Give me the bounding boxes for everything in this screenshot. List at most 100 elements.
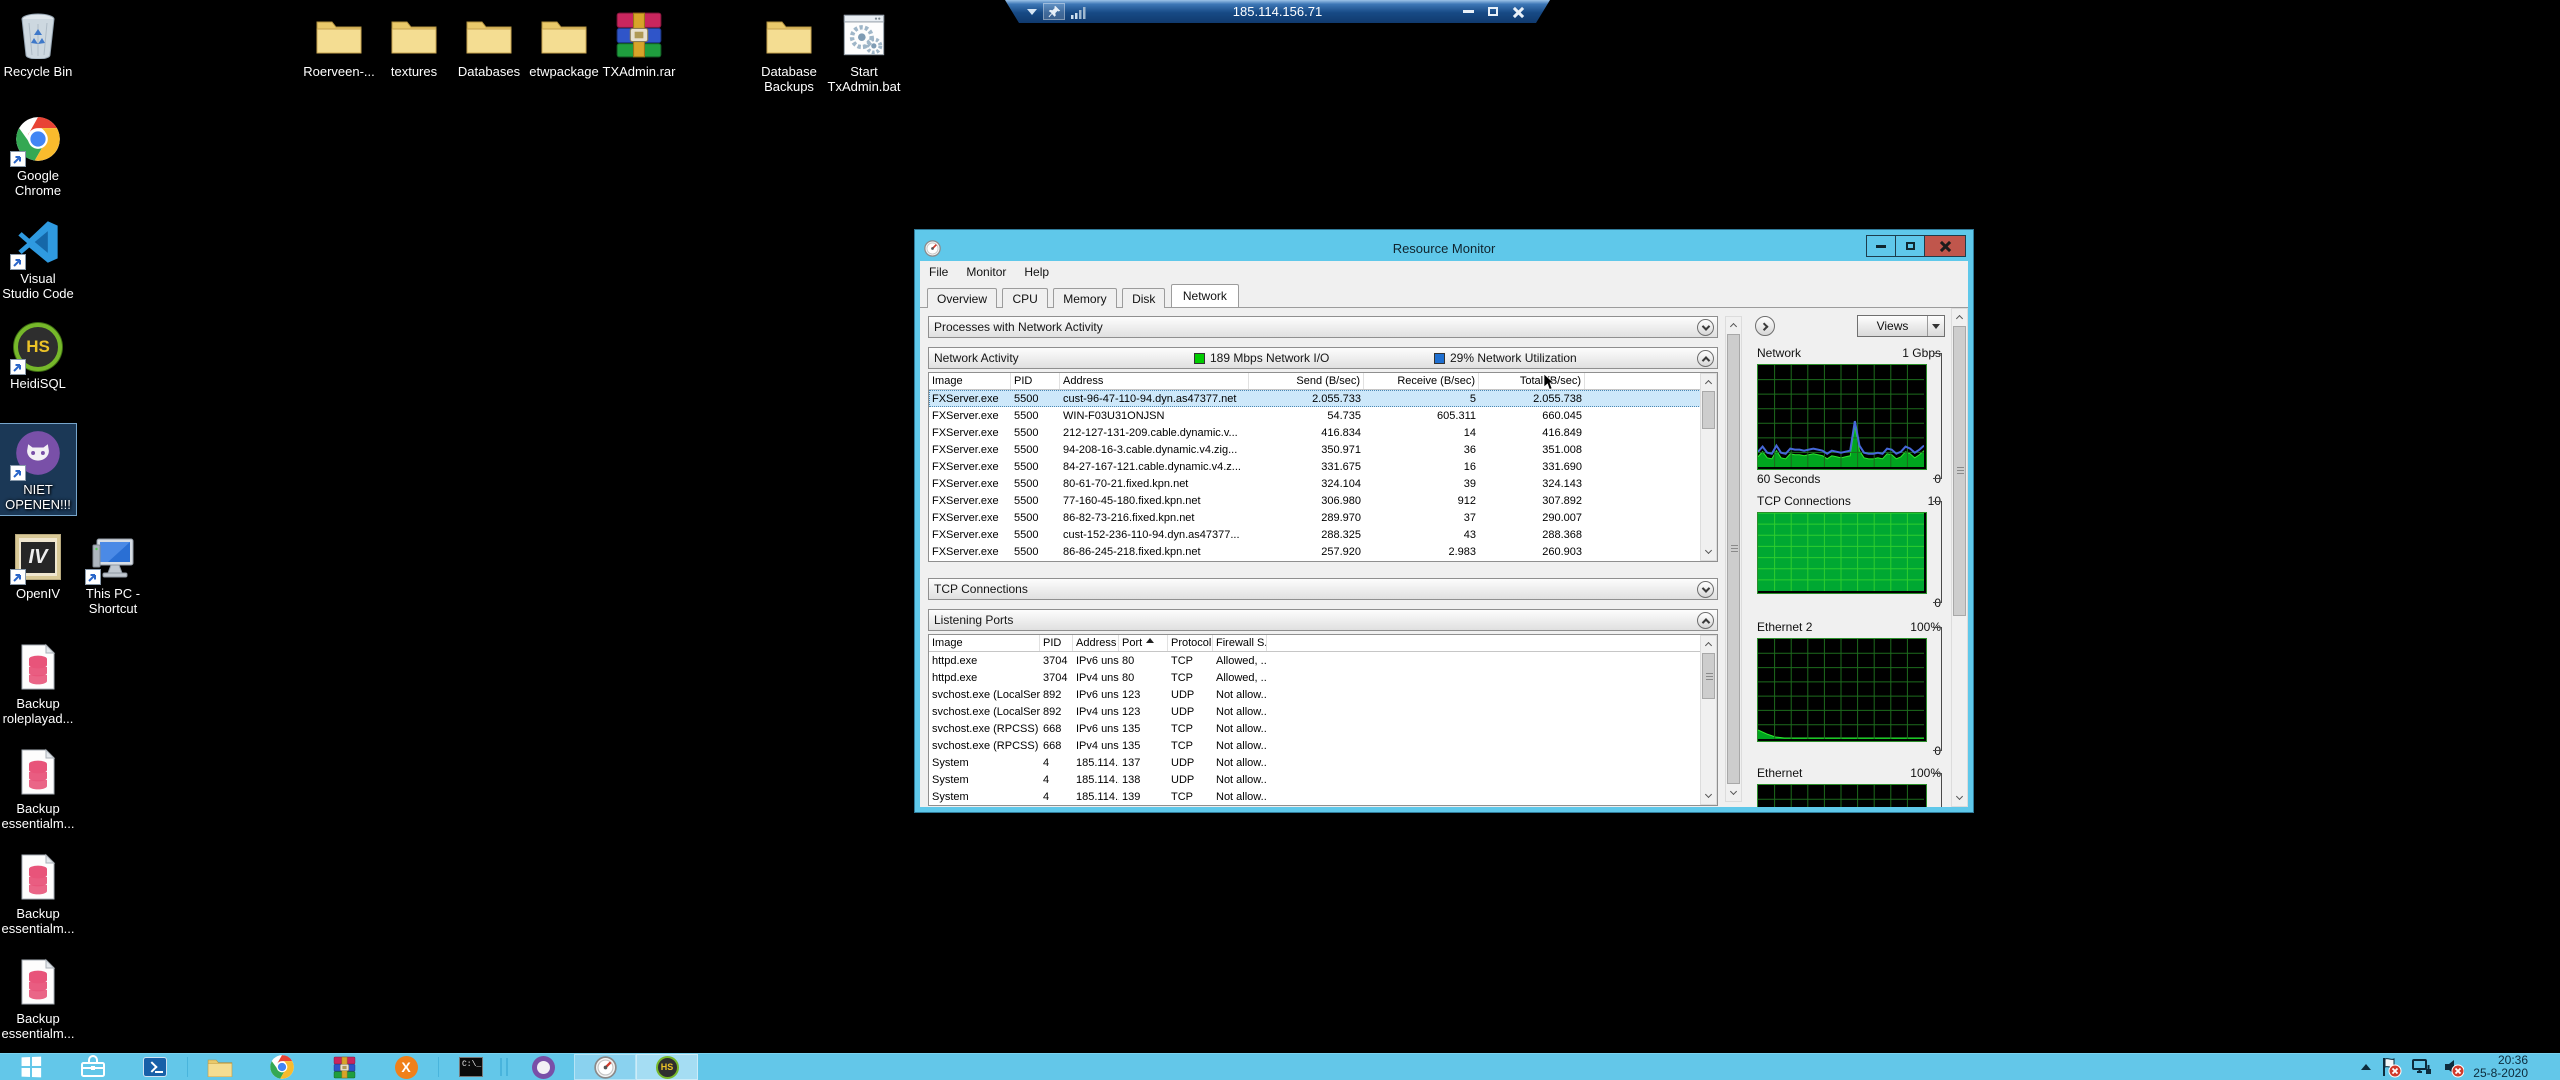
table-row[interactable]: System 4 185.114.1... 138 UDP Not allow.… bbox=[929, 771, 1717, 788]
axis-bracket bbox=[1933, 353, 1942, 465]
table-row[interactable]: svchost.exe (LocalService) 892 IPv6 unsp… bbox=[929, 686, 1717, 703]
start-button[interactable] bbox=[0, 1054, 62, 1080]
table-row[interactable]: FXServer.exe 5500 80-61-70-21.fixed.kpn.… bbox=[929, 475, 1717, 492]
taskbar-chrome[interactable] bbox=[251, 1054, 313, 1080]
desktop-icon-textures[interactable]: textures bbox=[376, 6, 452, 82]
table-row[interactable]: FXServer.exe 5500 94-208-16-3.cable.dyna… bbox=[929, 441, 1717, 458]
section-tcp-connections[interactable]: TCP Connections bbox=[928, 578, 1718, 600]
column-header-port[interactable]: Port bbox=[1119, 635, 1168, 651]
desktop-icon-roerveen[interactable]: Roerveen-... bbox=[301, 6, 377, 82]
column-header-total[interactable]: Total (B/sec) bbox=[1479, 373, 1585, 389]
rdp-pin-button[interactable] bbox=[1043, 3, 1065, 20]
desktop-icon-google-chrome[interactable]: Google Chrome bbox=[0, 110, 76, 201]
desktop-icon-backup-roleplay[interactable]: Backup roleplayad... bbox=[0, 638, 76, 729]
table-row[interactable]: System 4 185.114.1... 139 TCP Not allow.… bbox=[929, 788, 1717, 805]
maximize-button[interactable] bbox=[1895, 235, 1925, 257]
expand-section-button[interactable] bbox=[1697, 581, 1714, 598]
table-row[interactable]: FXServer.exe 5500 212-127-131-209.cable.… bbox=[929, 424, 1717, 441]
taskbar-powershell[interactable] bbox=[124, 1054, 186, 1080]
desktop-icon-etwpackage[interactable]: etwpackage bbox=[526, 6, 602, 82]
rdp-dropdown-icon[interactable] bbox=[1027, 9, 1037, 15]
table-row[interactable]: httpd.exe 3704 IPv4 unsp... 80 TCP Allow… bbox=[929, 669, 1717, 686]
desktop-icon-backup-essential-1[interactable]: Backup essentialm... bbox=[0, 743, 76, 834]
collapse-section-button[interactable] bbox=[1697, 350, 1714, 367]
desktop-icon-txadmin-rar[interactable]: TXAdmin.rar bbox=[601, 6, 677, 82]
table-row[interactable]: System 4 185.114.1... 137 UDP Not allow.… bbox=[929, 754, 1717, 771]
table-scrollbar[interactable] bbox=[1700, 635, 1717, 805]
desktop-icon-niet-openen[interactable]: NIET OPENEN!!! bbox=[0, 424, 76, 515]
table-row[interactable]: httpd.exe 3704 IPv6 unsp... 80 TCP Allow… bbox=[929, 652, 1717, 669]
tab-disk[interactable]: Disk bbox=[1122, 288, 1165, 308]
action-center-flag-icon[interactable] bbox=[2380, 1056, 2402, 1078]
window-titlebar[interactable]: Resource Monitor bbox=[920, 235, 1968, 261]
taskbar-file-explorer[interactable] bbox=[189, 1054, 251, 1080]
taskbar-server-manager[interactable] bbox=[62, 1054, 124, 1080]
rdp-connection-bar[interactable]: 185.114.156.71 bbox=[1005, 0, 1550, 23]
table-row[interactable]: FXServer.exe 5500 cust-152-236-110-94.dy… bbox=[929, 526, 1717, 543]
desktop-icon-backup-essential-3[interactable]: Backup essentialm... bbox=[0, 953, 76, 1044]
column-header-image[interactable]: Image bbox=[929, 635, 1040, 651]
rdp-close-button[interactable] bbox=[1512, 6, 1524, 18]
table-row[interactable]: FXServer.exe 5500 77-160-45-180.fixed.kp… bbox=[929, 492, 1717, 509]
collapse-section-button[interactable] bbox=[1697, 612, 1714, 629]
table-row[interactable]: FXServer.exe 5500 86-82-73-216.fixed.kpn… bbox=[929, 509, 1717, 526]
column-header-receive[interactable]: Receive (B/sec) bbox=[1364, 373, 1479, 389]
taskbar-github-desktop[interactable] bbox=[512, 1054, 574, 1080]
column-header-address[interactable]: Address bbox=[1073, 635, 1119, 651]
taskbar-xampp[interactable]: X bbox=[375, 1054, 437, 1080]
views-dropdown-icon[interactable] bbox=[1927, 316, 1944, 336]
desktop-icon-recycle-bin[interactable]: Recycle Bin bbox=[0, 6, 76, 82]
desktop-icon-database-backups[interactable]: Database Backups bbox=[751, 6, 827, 97]
taskbar-heidisql[interactable]: HS bbox=[636, 1054, 698, 1080]
menu-help[interactable]: Help bbox=[1024, 265, 1049, 279]
tab-memory[interactable]: Memory bbox=[1053, 288, 1116, 308]
section-listening-ports[interactable]: Listening Ports bbox=[928, 609, 1718, 631]
hidden-icons-button[interactable] bbox=[2361, 1064, 2371, 1070]
desktop-icon-heidisql[interactable]: HS HeidiSQL bbox=[0, 318, 76, 394]
column-header-send[interactable]: Send (B/sec) bbox=[1249, 373, 1364, 389]
menu-monitor[interactable]: Monitor bbox=[966, 265, 1006, 279]
desktop-icon-start-txadmin[interactable]: Start TxAdmin.bat bbox=[826, 6, 902, 97]
column-header-firewall-status[interactable]: Firewall S... bbox=[1213, 635, 1267, 651]
expand-section-button[interactable] bbox=[1697, 319, 1714, 336]
section-processes-network-activity[interactable]: Processes with Network Activity bbox=[928, 316, 1718, 338]
column-header-protocol[interactable]: Protocol bbox=[1168, 635, 1213, 651]
collapse-panel-button[interactable] bbox=[1755, 316, 1775, 336]
tab-cpu[interactable]: CPU bbox=[1002, 288, 1047, 308]
table-scrollbar[interactable] bbox=[1700, 373, 1717, 561]
table-row[interactable]: svchost.exe (RPCSS) 668 IPv4 unsp... 135… bbox=[929, 737, 1717, 754]
taskbar-winrar[interactable] bbox=[313, 1054, 375, 1080]
table-row[interactable]: FXServer.exe 5500 86-86-245-218.fixed.kp… bbox=[929, 543, 1717, 560]
taskbar-command-prompt[interactable]: C:\_ bbox=[440, 1054, 502, 1080]
taskbar-clock[interactable]: 20:36 25-8-2020 bbox=[2473, 1054, 2528, 1080]
section-network-activity[interactable]: Network Activity 189 Mbps Network I/O 29… bbox=[928, 347, 1718, 369]
rdp-minimize-button[interactable] bbox=[1463, 10, 1474, 13]
axis-bracket bbox=[1933, 465, 1942, 479]
column-header-address[interactable]: Address bbox=[1060, 373, 1249, 389]
desktop-icon-this-pc[interactable]: This PC - Shortcut bbox=[75, 528, 151, 619]
views-button[interactable]: Views bbox=[1857, 315, 1945, 337]
tab-overview[interactable]: Overview bbox=[927, 288, 997, 308]
close-button[interactable] bbox=[1924, 235, 1966, 257]
table-row[interactable]: svchost.exe (LocalService) 892 IPv4 unsp… bbox=[929, 703, 1717, 720]
network-status-icon[interactable] bbox=[2411, 1056, 2433, 1078]
menu-file[interactable]: File bbox=[929, 265, 948, 279]
table-row[interactable]: svchost.exe (RPCSS) 668 IPv6 unsp... 135… bbox=[929, 720, 1717, 737]
table-row[interactable]: FXServer.exe 5500 WIN-F03U31ONJSN 54.735… bbox=[929, 407, 1717, 424]
rdp-restore-button[interactable] bbox=[1488, 7, 1498, 16]
desktop-icon-vscode[interactable]: Visual Studio Code bbox=[0, 213, 76, 304]
desktop-icon-databases[interactable]: Databases bbox=[451, 6, 527, 82]
desktop-icon-openiv[interactable]: IV OpenIV bbox=[0, 528, 76, 604]
column-header-pid[interactable]: PID bbox=[1011, 373, 1060, 389]
table-row[interactable]: FXServer.exe 5500 cust-96-47-110-94.dyn.… bbox=[929, 390, 1717, 407]
column-header-pid[interactable]: PID bbox=[1040, 635, 1073, 651]
table-row[interactable]: FXServer.exe 5500 84-27-167-121.cable.dy… bbox=[929, 458, 1717, 475]
taskbar-resource-monitor[interactable] bbox=[574, 1054, 636, 1080]
minimize-button[interactable] bbox=[1866, 235, 1896, 257]
tab-network[interactable]: Network bbox=[1171, 284, 1239, 307]
column-header-image[interactable]: Image bbox=[929, 373, 1011, 389]
volume-muted-icon[interactable] bbox=[2442, 1056, 2464, 1078]
desktop-icon-backup-essential-2[interactable]: Backup essentialm... bbox=[0, 848, 76, 939]
panel-scrollbar[interactable] bbox=[1951, 308, 1968, 807]
main-scrollbar[interactable] bbox=[1725, 316, 1742, 802]
